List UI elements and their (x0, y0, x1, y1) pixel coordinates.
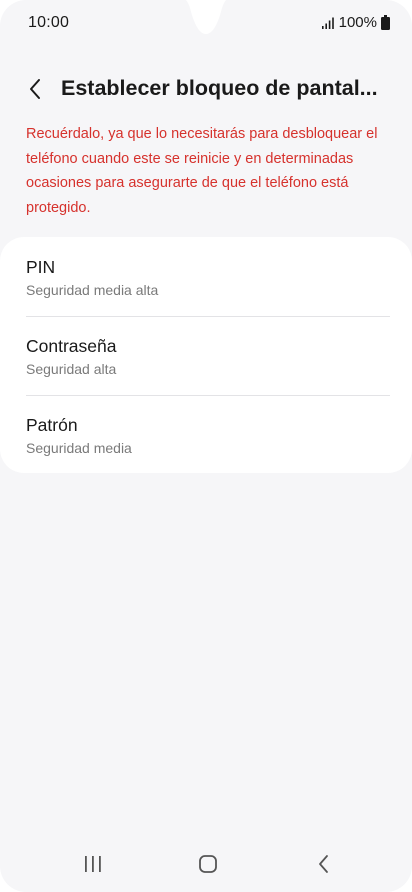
warning-message: Recuérdalo, ya que lo necesitarás para d… (26, 126, 378, 216)
recents-icon (85, 856, 101, 872)
back-button[interactable] (20, 74, 50, 104)
lock-type-options: PIN Seguridad media alta Contraseña Segu… (0, 237, 412, 473)
screen: 10:00 100% Establecer bloqueo de pantal.… (0, 0, 412, 892)
signal-icon (321, 17, 334, 29)
status-bar: 10:00 100% (0, 0, 412, 48)
option-title: Patrón (26, 415, 78, 435)
option-subtitle: Seguridad media alta (26, 282, 159, 298)
option-title: Contraseña (26, 336, 117, 356)
option-pin[interactable]: PIN Seguridad media alta (0, 237, 412, 316)
battery-icon (381, 15, 390, 30)
home-button[interactable] (188, 848, 228, 880)
header: Establecer bloqueo de pantal... (0, 70, 412, 110)
recents-button[interactable] (73, 848, 113, 880)
battery-percentage: 100% (338, 14, 377, 31)
home-icon (199, 855, 217, 873)
nav-back-button[interactable] (303, 848, 343, 880)
option-password[interactable]: Contraseña Seguridad alta (0, 317, 412, 396)
page-title: Establecer bloqueo de pantal... (61, 76, 378, 100)
option-pattern[interactable]: Patrón Seguridad media (0, 396, 412, 475)
option-title: PIN (26, 257, 56, 277)
option-subtitle: Seguridad media (26, 440, 132, 456)
status-indicators: 100% (321, 14, 390, 31)
status-time: 10:00 (28, 14, 70, 31)
navigation-bar (0, 840, 412, 892)
camera-notch (185, 0, 227, 34)
option-subtitle: Seguridad alta (26, 361, 117, 377)
back-icon (319, 855, 328, 873)
chevron-left-icon (30, 79, 40, 99)
